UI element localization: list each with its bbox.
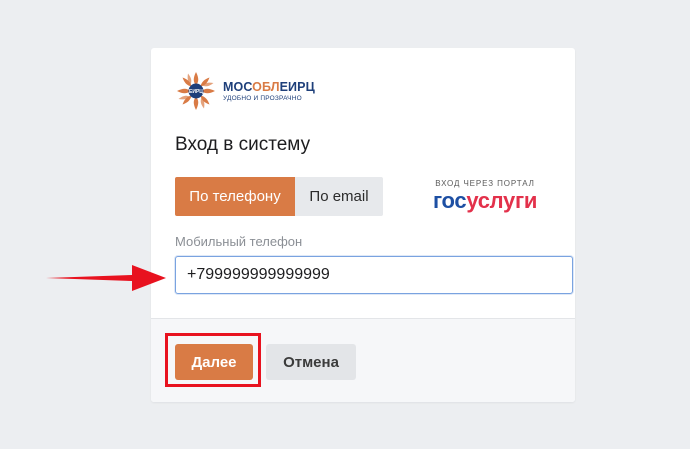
gosuslugi-logo-part1: гос: [432, 188, 467, 213]
tab-email[interactable]: По email: [295, 177, 383, 216]
next-button[interactable]: Далее: [175, 344, 253, 380]
form-footer: Далее Отмена: [151, 318, 575, 402]
mosobleirc-logo: ЕИРЦ МОСОБЛЕИРЦ УДОБНО И ПРОЗРАЧНО: [175, 70, 315, 112]
brand-name-part2: ОБЛ: [252, 80, 280, 94]
brand-name: МОСОБЛЕИРЦ: [223, 80, 315, 94]
brand-name-part3: ЕИРЦ: [279, 80, 315, 94]
sun-emblem-icon: ЕИРЦ: [177, 72, 215, 110]
phone-input[interactable]: [175, 256, 573, 294]
login-card: ЕИРЦ МОСОБЛЕИРЦ УДОБНО И ПРОЗРАЧНО Вход …: [151, 48, 575, 402]
brand-tagline: УДОБНО И ПРОЗРАЧНО: [223, 95, 302, 102]
gosuslugi-caption: ВХОД ЧЕРЕЗ ПОРТАЛ: [435, 179, 535, 188]
gosuslugi-logo: госуслуги: [427, 188, 543, 214]
phone-field-label: Мобильный телефон: [175, 234, 303, 249]
brand-name-part1: МОС: [223, 80, 253, 94]
gosuslugi-logo-part2: услуги: [466, 188, 538, 213]
cancel-button[interactable]: Отмена: [266, 344, 356, 380]
red-arrow-icon: [46, 265, 166, 291]
login-method-tabs: По телефону По email: [175, 177, 383, 216]
tab-phone[interactable]: По телефону: [175, 177, 295, 216]
logo-badge-text: ЕИРЦ: [189, 89, 203, 95]
page-title: Вход в систему: [175, 134, 311, 155]
gosuslugi-login-link[interactable]: ВХОД ЧЕРЕЗ ПОРТАЛ госуслуги: [427, 179, 543, 214]
brand-text: МОСОБЛЕИРЦ УДОБНО И ПРОЗРАЧНО: [223, 80, 315, 102]
